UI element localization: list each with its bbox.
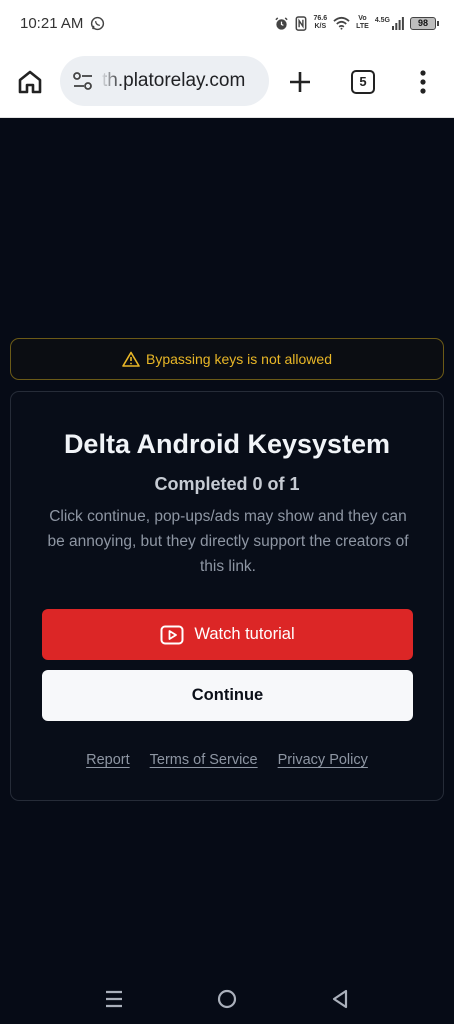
home-icon[interactable] (16, 68, 44, 96)
alarm-icon (275, 16, 289, 30)
site-settings-icon[interactable] (72, 71, 94, 91)
warning-icon (122, 351, 140, 367)
status-icons: 76.6 K/S Vo LTE 4.5G 98 (274, 12, 439, 34)
more-vert-icon[interactable] (418, 69, 428, 95)
watch-tutorial-label: Watch tutorial (194, 625, 295, 643)
back-icon[interactable] (329, 988, 351, 1010)
card-description: Click continue, pop-ups/ads may show and… (47, 508, 409, 575)
recents-icon[interactable] (104, 989, 124, 1009)
home-circle-icon[interactable] (216, 988, 238, 1010)
battery-icon: 98 (410, 16, 439, 30)
url-fade (100, 66, 122, 96)
status-time: 10:21 AM (20, 15, 84, 32)
browser-toolbar: th.platorelay.com 5 (0, 46, 454, 118)
footer-links: Report Terms of Service Privacy Policy (11, 752, 443, 768)
privacy-link[interactable]: Privacy Policy (278, 752, 368, 768)
wifi-icon (333, 16, 350, 30)
network-type: 4.5G (374, 16, 390, 24)
speed-unit: K/S (314, 23, 327, 30)
volte-indicator: Vo LTE (356, 15, 369, 31)
system-nav-bar (0, 974, 454, 1024)
speed-value: 76.6 (313, 15, 328, 22)
play-icon (160, 625, 184, 644)
volte-bottom: LTE (356, 23, 369, 30)
watch-tutorial-button[interactable]: Watch tutorial (42, 609, 413, 660)
tabs-icon[interactable]: 5 (351, 70, 375, 94)
network-speed: 76.6 K/S (313, 15, 327, 31)
volte-top: Vo (358, 15, 367, 22)
keysystem-card: Delta Android Keysystem Completed 0 of 1… (10, 391, 444, 801)
nfc-icon (296, 15, 307, 31)
signal-icon (392, 16, 404, 30)
report-link[interactable]: Report (86, 752, 130, 768)
plus-icon[interactable] (287, 69, 313, 95)
whatsapp-icon (90, 16, 105, 31)
terms-link[interactable]: Terms of Service (150, 752, 258, 768)
status-bar: 10:21 AM 76.6 K/S Vo LTE 4.5G 98 (0, 0, 454, 46)
url-text[interactable]: th.platorelay.com (102, 70, 260, 92)
continue-button[interactable]: Continue (42, 670, 413, 721)
page-title: Delta Android Keysystem (63, 429, 391, 459)
progress-text: Completed 0 of 1 (154, 474, 300, 494)
continue-label: Continue (191, 686, 264, 704)
address-bar[interactable]: th.platorelay.com (60, 56, 269, 106)
warning-banner: Bypassing keys is not allowed (10, 338, 444, 380)
warning-text: Bypassing keys is not allowed (146, 351, 332, 367)
